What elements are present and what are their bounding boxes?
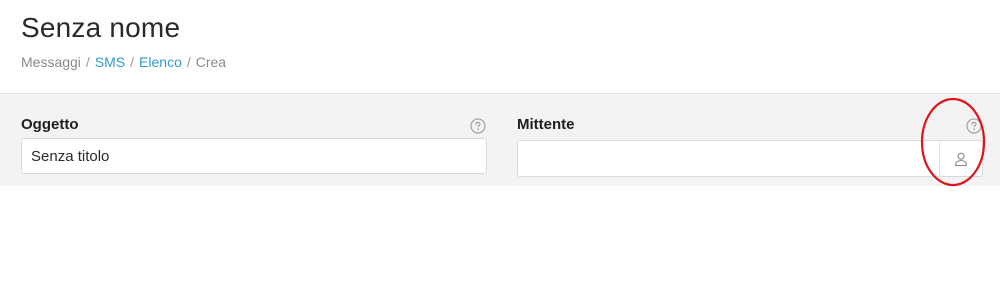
breadcrumb: Messaggi / SMS / Elenco / Crea	[21, 54, 226, 70]
breadcrumb-link-sms[interactable]: SMS	[95, 54, 125, 70]
breadcrumb-item-crea: Crea	[195, 54, 227, 70]
breadcrumb-separator: /	[186, 54, 191, 70]
mittente-input[interactable]	[518, 141, 939, 176]
breadcrumb-separator: /	[130, 54, 135, 70]
mittente-input-group	[517, 140, 983, 177]
breadcrumb-link-elenco[interactable]: Elenco	[139, 54, 182, 70]
user-icon	[954, 152, 968, 166]
contact-picker-button[interactable]	[939, 141, 982, 176]
mittente-label: Mittente	[517, 116, 575, 133]
oggetto-input[interactable]	[21, 138, 487, 174]
oggetto-help-icon[interactable]	[470, 118, 486, 134]
oggetto-label: Oggetto	[21, 116, 79, 133]
mittente-help-icon[interactable]	[966, 118, 982, 134]
page-title: Senza nome	[21, 12, 181, 43]
breadcrumb-item-messaggi: Messaggi	[21, 54, 81, 70]
breadcrumb-separator: /	[85, 54, 90, 70]
